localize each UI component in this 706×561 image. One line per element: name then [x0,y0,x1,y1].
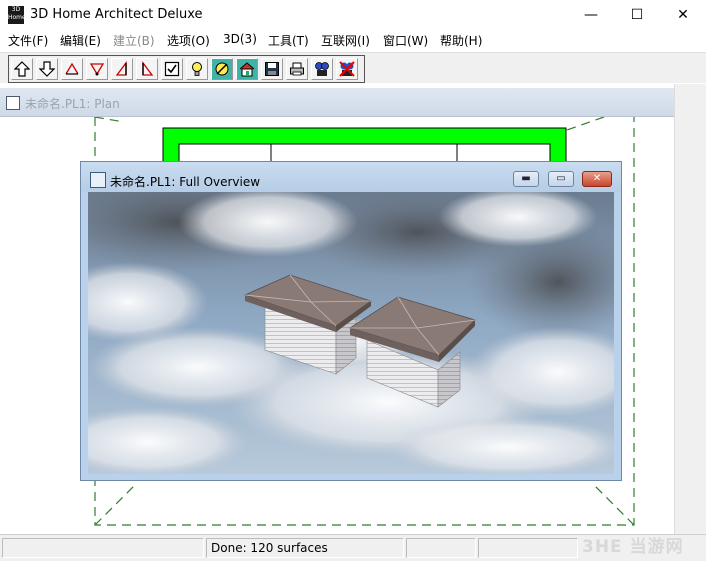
arrow-up-button[interactable] [11,58,33,80]
print-icon [290,62,304,76]
plan-window-icon [6,96,20,110]
delete-film-icon [339,61,355,77]
house-icon [239,62,255,77]
elevation-icon [115,61,127,76]
plan-corner-line-tr [566,116,605,131]
save-button[interactable] [261,58,283,80]
maximize-button[interactable]: ☐ [614,0,660,30]
section-button[interactable] [136,58,158,80]
minimize-button[interactable]: — [568,0,614,30]
arrow-down-button[interactable] [36,58,58,80]
checkbox-icon [164,61,180,77]
overview-minimize-button[interactable]: ▬ [513,171,539,187]
plan-window-title: 未命名.PL1: Plan [25,97,120,111]
plan-corner-line-br [592,483,635,526]
app-title: 3D Home Architect Deluxe [30,7,203,22]
status-pane-3 [406,538,476,558]
vertical-scrollbar[interactable] [674,84,706,534]
print-button[interactable] [286,58,308,80]
toolbar-group [8,55,365,83]
menu-build[interactable]: 建立(B) [113,32,155,49]
toolbar [0,52,706,83]
menu-edit[interactable]: 编辑(E) [60,32,101,49]
title-bar: 3D Home 3D Home Architect Deluxe — ☐ ✕ [0,0,706,30]
plan-corner-line-bl [94,483,137,526]
menu-internet[interactable]: 互联网(I) [321,32,370,49]
camera-path-button[interactable] [86,58,108,80]
film-icon [315,62,329,76]
menu-bar: 文件(F) 编辑(E) 建立(B) 选项(O) 3D(3) 工具(T) 互联网(… [0,30,706,50]
status-message: Done: 120 surfaces [206,538,404,558]
3d-scene[interactable] [88,192,614,474]
overview-window[interactable]: 未命名.PL1: Full Overview ▬ ▭ ✕ [80,161,622,481]
overview-close-button[interactable]: ✕ [582,171,612,187]
status-pane-4 [478,538,578,558]
menu-help[interactable]: 帮助(H) [440,32,482,49]
camera-path-icon [89,63,105,76]
no-sun-icon [215,62,229,76]
delete-film-button[interactable] [336,58,358,80]
lightbulb-button[interactable] [186,58,208,80]
film-button[interactable] [311,58,333,80]
status-pane-left [2,538,204,558]
menu-3d[interactable]: 3D(3) [223,32,257,46]
overview-restore-button[interactable]: ▭ [548,171,574,187]
menu-file[interactable]: 文件(F) [8,32,48,49]
overview-window-icon [90,172,106,188]
menu-options[interactable]: 选项(O) [167,32,210,49]
close-button[interactable]: ✕ [660,0,706,30]
arrow-down-icon [39,61,55,77]
no-sun-button[interactable] [211,58,233,80]
3d-view-viewport[interactable] [88,192,614,474]
plan-corner-line-tl [94,116,125,123]
camera-angle-button[interactable] [61,58,83,80]
plan-window-title-bar[interactable]: 未命名.PL1: Plan [0,88,674,117]
overview-window-title: 未命名.PL1: Full Overview [110,175,261,189]
menu-window[interactable]: 窗口(W) [383,32,428,49]
app-icon-text: 3D Home [8,6,26,21]
section-icon [142,61,154,76]
lightbulb-icon [192,62,202,76]
house-button[interactable] [236,58,258,80]
app-icon[interactable]: 3D Home [8,6,26,24]
elevation-button[interactable] [111,58,133,80]
checkbox-button[interactable] [161,58,183,80]
menu-tools[interactable]: 工具(T) [268,32,309,49]
arrow-up-icon [14,61,30,77]
overview-window-title-bar[interactable]: 未命名.PL1: Full Overview ▬ ▭ ✕ [81,162,621,192]
camera-angle-icon [65,62,79,75]
watermark: 3HE 当游网 [582,537,684,557]
save-icon [265,62,279,76]
